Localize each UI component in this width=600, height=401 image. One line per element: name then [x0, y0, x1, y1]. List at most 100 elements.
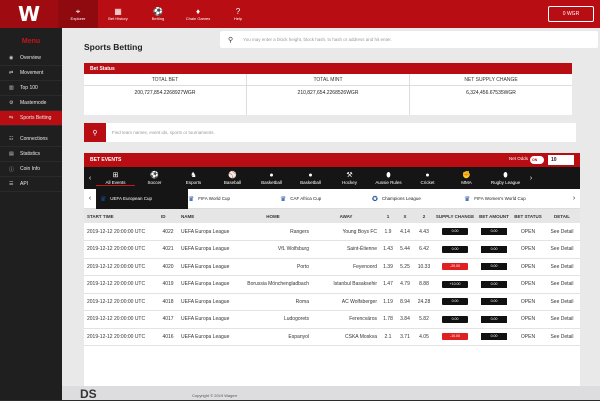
block-search-bar[interactable]: ⚲ You may enter a block height, block ha…: [220, 31, 598, 48]
bet-status: OPEN: [512, 240, 544, 259]
sport-tab-all-events[interactable]: ⊞ All Events: [96, 171, 135, 186]
sidebar-item-label: Movement: [20, 70, 44, 76]
supply-change-badge: 0.00: [442, 245, 468, 253]
odds-2: 24.28: [414, 293, 434, 311]
bet-events-title: BET EVENTS: [90, 157, 122, 163]
bet-amount-badge: 0.00: [481, 298, 507, 306]
column-header: 2: [414, 209, 434, 223]
column-header: NAME: [178, 209, 234, 223]
supply-change-cell: 0.00: [434, 240, 476, 259]
sidebar-item-connections[interactable]: ☷ Connections: [0, 132, 62, 147]
search-icon: ⚲: [228, 36, 234, 44]
sidebar-item-masternode[interactable]: ⚙ Masternode: [0, 96, 62, 111]
see-detail-link[interactable]: See Detail: [544, 223, 580, 241]
event-id: 4022: [158, 223, 178, 241]
league-tab-fifa-women-s-world-cup[interactable]: ♛ FIFA Women's World Cup: [464, 195, 556, 203]
league-label: CAF Africa Cup: [290, 196, 322, 201]
topnav-item-chain-games[interactable]: ♦ Chain Games: [178, 0, 218, 28]
block-search-input[interactable]: You may enter a block height, block hash…: [243, 37, 392, 42]
topnav-label: Explorer: [70, 16, 86, 21]
league-tab-caf-africa-cup[interactable]: ♛ CAF Africa Cup: [280, 195, 372, 203]
history-icon: ▦: [114, 7, 122, 16]
column-header: DETAIL: [544, 209, 580, 223]
see-detail-link[interactable]: See Detail: [544, 310, 580, 329]
bet-status-header: Bet Status: [84, 63, 572, 74]
event-search-bar[interactable]: ⚲ Find team names, event ids, sports or …: [84, 123, 576, 142]
table-row: 2019-12-12 20:00:00 UTC 4022 UEFA Europa L…: [84, 223, 580, 241]
sidebar-item-label: Connections: [20, 136, 48, 142]
bet-status-label: TOTAL MINT: [247, 74, 409, 86]
sidebar-item-overview[interactable]: ◉ Overview: [0, 51, 62, 66]
odds-1: 1.39: [380, 258, 396, 276]
bet-amount-badge: 0.00: [481, 228, 507, 235]
column-header: BET AMOUNT: [476, 209, 512, 223]
away-team: Young Boys FC: [312, 223, 380, 241]
sport-tab-baseball[interactable]: ⚾ Baseball: [213, 171, 252, 185]
sidebar-item-sports-betting[interactable]: ⇆ Sports Betting: [0, 111, 62, 126]
sidebar-item-label: Top 100: [20, 85, 38, 91]
wallet-balance[interactable]: 0 WGR: [548, 6, 594, 22]
sport-tab-esports[interactable]: ♞ Esports: [174, 171, 213, 185]
chevron-right-icon[interactable]: ›: [568, 195, 580, 202]
sidebar-item-movement[interactable]: ⇄ Movement: [0, 66, 62, 81]
topnav-item-betting[interactable]: ⚽ Betting: [138, 0, 178, 28]
event-id: 4021: [158, 240, 178, 259]
see-detail-link[interactable]: See Detail: [544, 240, 580, 259]
bet-amount-cell: 0.00: [476, 223, 512, 241]
net-odds-toggle[interactable]: ON: [530, 156, 544, 164]
see-detail-link[interactable]: See Detail: [544, 258, 580, 276]
see-detail-link[interactable]: See Detail: [544, 275, 580, 294]
sport-tab-hockey[interactable]: ⚒ Hockey: [330, 171, 369, 185]
start-time: 2019-12-12 20:00:00 UTC: [84, 293, 158, 311]
wagerr-logo[interactable]: W: [0, 0, 58, 28]
bet-status-column: NET SUPPLY CHANGE 6,324,456.67535WGR: [410, 74, 572, 115]
copyright-text: Copyright © 2019 Wagerr: [192, 393, 238, 398]
sport-tab-aussie-rules[interactable]: ⬮ Aussie Rules: [369, 171, 408, 185]
sidebar-item-top-100[interactable]: ▥ Top 100: [0, 81, 62, 96]
league-tab-champions-league[interactable]: ✪ Champions League: [372, 195, 464, 203]
supply-change-cell: 0.00: [434, 223, 476, 241]
odds-1: 1.9: [380, 223, 396, 241]
basketball-icon: ●: [269, 172, 274, 179]
sidebar-item-coin-info[interactable]: ⓘ Coin Info: [0, 162, 62, 177]
sport-tab-basketball[interactable]: ● Basketball: [252, 171, 291, 185]
sport-label: Esports: [185, 180, 202, 185]
search-icon[interactable]: ⚲: [84, 123, 106, 142]
chevron-left-icon[interactable]: ‹: [84, 175, 96, 182]
sport-tab-soccer[interactable]: ⚽ Soccer: [135, 171, 174, 185]
chevron-right-icon[interactable]: ›: [525, 175, 537, 182]
column-header: AWAY: [312, 209, 380, 223]
events-table: START TIME ID NAME HOME AWAY 1 X 2 SUPPLY CHANGE…: [84, 209, 580, 346]
league-tab-uefa-european-cup[interactable]: ♛ UEFA European Cup: [96, 188, 188, 209]
league-label: Champions League: [381, 196, 421, 201]
start-time: 2019-12-12 20:00:00 UTC: [84, 275, 158, 294]
bet-status: OPEN: [512, 223, 544, 241]
table-row: 2019-12-12 20:00:00 UTC 4018 UEFA Europa L…: [84, 293, 580, 311]
see-detail-link[interactable]: See Detail: [544, 293, 580, 311]
event-id: 4016: [158, 328, 178, 346]
see-detail-link[interactable]: See Detail: [544, 328, 580, 346]
topnav-label: Help: [233, 16, 243, 21]
sidebar-item-api[interactable]: ☰ API: [0, 177, 62, 192]
footer: DS Copyright © 2019 Wagerr: [62, 386, 600, 401]
sport-label: Soccer: [147, 180, 162, 185]
topnav-item-explorer[interactable]: ⌖ Explorer: [58, 0, 98, 28]
topnav-item-help[interactable]: ? Help: [218, 0, 258, 28]
chain-games-icon: ♦: [195, 7, 201, 16]
supply-change-cell: 0.00: [434, 310, 476, 329]
sport-tab-rugby-league[interactable]: ⬮ Rugby League: [486, 171, 525, 185]
sidebar-item-statistics[interactable]: ▤ Statistics: [0, 147, 62, 162]
event-search-input[interactable]: Find team names, event ids, sports or to…: [112, 130, 215, 135]
topnav-item-bet-history[interactable]: ▦ Bet History: [98, 0, 138, 28]
table-row: 2019-12-12 20:00:00 UTC 4017 UEFA Europa L…: [84, 310, 580, 329]
sport-tab-cricket[interactable]: ● Cricket: [408, 171, 447, 185]
top100-icon: ▥: [9, 85, 14, 91]
sport-label: Rugby League: [490, 180, 521, 185]
sport-tab-basketball[interactable]: ● Basketball: [291, 171, 330, 185]
bet-status-value: 210,827,654.2268526WGR: [297, 90, 359, 96]
league-tab-fifa-world-cup[interactable]: ♛ FIFA World Cup: [188, 195, 280, 203]
rugby-icon: ⬮: [503, 172, 508, 179]
sport-tab-mma[interactable]: ✊ MMA: [447, 171, 486, 185]
page-size-select[interactable]: 10: [548, 155, 574, 165]
chevron-left-icon[interactable]: ‹: [84, 195, 96, 202]
